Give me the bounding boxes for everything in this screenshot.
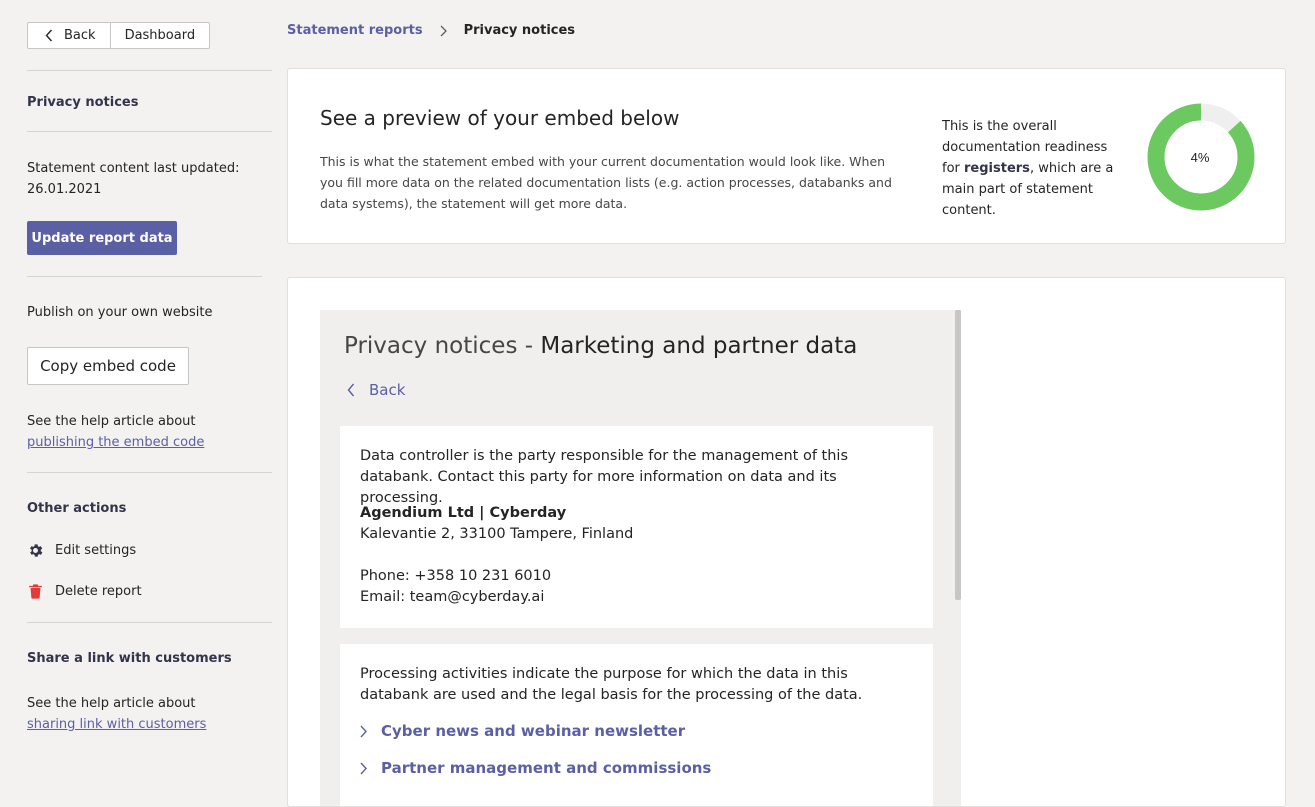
breadcrumb: Statement reports Privacy notices xyxy=(287,23,575,38)
edit-settings-action[interactable]: Edit settings xyxy=(27,542,136,559)
embed-title-main: Marketing and partner data xyxy=(540,333,858,359)
help2-text: See the help article about xyxy=(27,696,196,711)
readiness-donut: 4% xyxy=(1147,103,1255,211)
readiness-percent: 4% xyxy=(1191,150,1210,165)
company-email: Email: team@cyberday.ai xyxy=(360,589,545,605)
back-button[interactable]: Back xyxy=(28,23,111,48)
gear-icon xyxy=(30,544,43,557)
back-button-label: Back xyxy=(64,28,96,43)
chevron-right-icon xyxy=(360,762,367,774)
sidebar-section-title: Privacy notices xyxy=(27,95,139,110)
chevron-left-icon xyxy=(347,383,355,397)
help1-text: See the help article about xyxy=(27,414,196,429)
preview-card: See a preview of your embed below This i… xyxy=(287,68,1286,244)
divider xyxy=(27,70,272,71)
preview-description: This is what the statement embed with yo… xyxy=(320,154,892,211)
breadcrumb-statement-reports[interactable]: Statement reports xyxy=(287,23,423,38)
embed-scrollbar[interactable] xyxy=(955,310,961,600)
breadcrumb-current: Privacy notices xyxy=(463,23,576,38)
embed-back-label: Back xyxy=(369,381,406,399)
embed-title-prefix: Privacy notices - xyxy=(344,333,534,359)
controller-intro: Data controller is the party responsible… xyxy=(360,448,849,506)
updated-date: 26.01.2021 xyxy=(27,182,102,197)
company-phone: Phone: +358 10 231 6010 xyxy=(360,568,552,584)
dashboard-button[interactable]: Dashboard xyxy=(111,23,210,48)
divider xyxy=(27,276,262,277)
copy-embed-code-button[interactable]: Copy embed code xyxy=(27,347,189,385)
chevron-left-icon xyxy=(45,29,53,42)
delete-report-label: Delete report xyxy=(55,584,142,599)
divider xyxy=(27,131,272,132)
divider xyxy=(27,622,272,623)
trash-icon xyxy=(29,584,42,599)
publish-title: Publish on your own website xyxy=(27,305,213,320)
embed-preview: Privacy notices - Marketing and partner … xyxy=(320,310,961,806)
activity-label: Cyber news and webinar newsletter xyxy=(381,722,686,740)
company-address: Kalevantie 2, 33100 Tampere, Finland xyxy=(360,526,634,542)
readiness-registers: registers xyxy=(964,161,1030,176)
update-report-data-button[interactable]: Update report data xyxy=(27,221,177,255)
other-actions-title: Other actions xyxy=(27,501,127,516)
publishing-embed-code-link[interactable]: publishing the embed code xyxy=(27,435,204,450)
embed-title: Privacy notices - Marketing and partner … xyxy=(344,333,857,359)
preview-title: See a preview of your embed below xyxy=(320,106,680,130)
company-name: Agendium Ltd | Cyberday xyxy=(360,505,567,521)
share-title: Share a link with customers xyxy=(27,651,232,666)
dashboard-button-label: Dashboard xyxy=(124,28,196,43)
activity-item[interactable]: Partner management and commissions xyxy=(360,759,711,777)
processing-box: Processing activities indicate the purpo… xyxy=(340,644,933,806)
activity-item[interactable]: Cyber news and webinar newsletter xyxy=(360,722,685,740)
readiness-text: This is the overall documentation readin… xyxy=(942,116,1127,221)
top-nav-buttons: Back Dashboard xyxy=(27,22,211,49)
updated-label: Statement content last updated: xyxy=(27,161,240,176)
processing-intro: Processing activities indicate the purpo… xyxy=(360,666,863,703)
embed-card: Privacy notices - Marketing and partner … xyxy=(287,277,1286,807)
chevron-right-icon xyxy=(440,25,447,37)
activity-label: Partner management and commissions xyxy=(381,759,712,777)
divider xyxy=(27,472,272,473)
delete-report-action[interactable]: Delete report xyxy=(27,583,142,600)
sharing-link-customers-link[interactable]: sharing link with customers xyxy=(27,717,206,732)
embed-back-link[interactable]: Back xyxy=(347,381,405,399)
controller-box: Data controller is the party responsible… xyxy=(340,426,933,628)
chevron-right-icon xyxy=(360,725,367,737)
edit-settings-label: Edit settings xyxy=(55,543,137,558)
sidebar: Back Dashboard Privacy notices Statement… xyxy=(0,0,290,792)
